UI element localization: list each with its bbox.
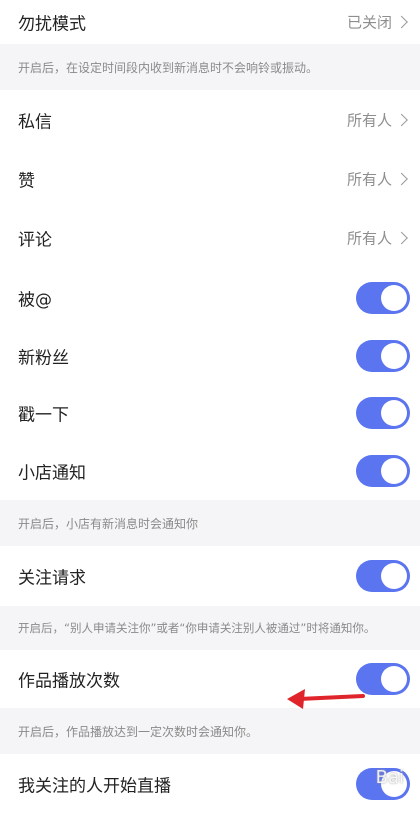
likes-value: 所有人 — [346, 170, 392, 189]
plays-label: 作品播放次数 — [18, 671, 120, 692]
follow-request-row: 关注请求 — [0, 546, 420, 606]
mention-toggle[interactable] — [356, 282, 410, 314]
toggle-knob — [381, 666, 407, 692]
comments-value: 所有人 — [346, 229, 392, 248]
toggle-knob — [381, 285, 407, 311]
shop-label: 小店通知 — [18, 463, 86, 484]
toggle-knob — [381, 563, 407, 589]
poke-row: 戳一下 — [0, 384, 420, 442]
toggle-knob — [381, 400, 407, 426]
toggle-knob — [381, 343, 407, 369]
dnd-hint: 开启后，在设定时间段内收到新消息时不会响铃或振动。 — [0, 44, 420, 90]
poke-toggle[interactable] — [356, 397, 410, 429]
red-arrow-icon — [287, 689, 365, 709]
follow-request-toggle[interactable] — [356, 560, 410, 592]
shop-toggle[interactable] — [356, 455, 410, 487]
dnd-row[interactable]: 勿扰模式 已关闭 — [0, 0, 420, 44]
shop-hint: 开启后，小店有新消息时会通知你 — [0, 500, 420, 546]
fans-toggle[interactable] — [356, 340, 410, 372]
fans-label: 新粉丝 — [18, 348, 69, 369]
dm-row[interactable]: 私信 所有人 — [0, 90, 420, 150]
chevron-right-icon — [395, 172, 408, 186]
dnd-label: 勿扰模式 — [18, 14, 86, 35]
likes-row[interactable]: 赞 所有人 — [0, 150, 420, 208]
mention-row: 被@ — [0, 268, 420, 328]
chevron-right-icon — [395, 231, 408, 245]
dnd-value: 已关闭 — [346, 13, 392, 32]
shop-row: 小店通知 — [0, 442, 420, 500]
fans-row: 新粉丝 — [0, 328, 420, 384]
live-row: 我关注的人开始直播 — [0, 754, 420, 814]
comments-label: 评论 — [18, 230, 52, 251]
chevron-right-icon — [395, 15, 408, 29]
dm-label: 私信 — [18, 112, 52, 133]
plays-hint: 开启后，作品播放达到一定次数时会通知你。 — [0, 708, 420, 754]
comments-row[interactable]: 评论 所有人 — [0, 208, 420, 268]
follow-request-hint: 开启后，“别人申请关注你”或者“你申请关注别人被通过”时将通知你。 — [0, 606, 420, 650]
poke-label: 戳一下 — [18, 405, 69, 426]
dm-value: 所有人 — [346, 111, 392, 130]
live-label: 我关注的人开始直播 — [18, 776, 171, 797]
follow-request-label: 关注请求 — [18, 568, 86, 589]
watermark-logo: Bai — [375, 767, 404, 788]
mention-label: 被@ — [18, 290, 52, 311]
likes-label: 赞 — [18, 171, 35, 192]
chevron-right-icon — [395, 113, 408, 127]
toggle-knob — [381, 458, 407, 484]
